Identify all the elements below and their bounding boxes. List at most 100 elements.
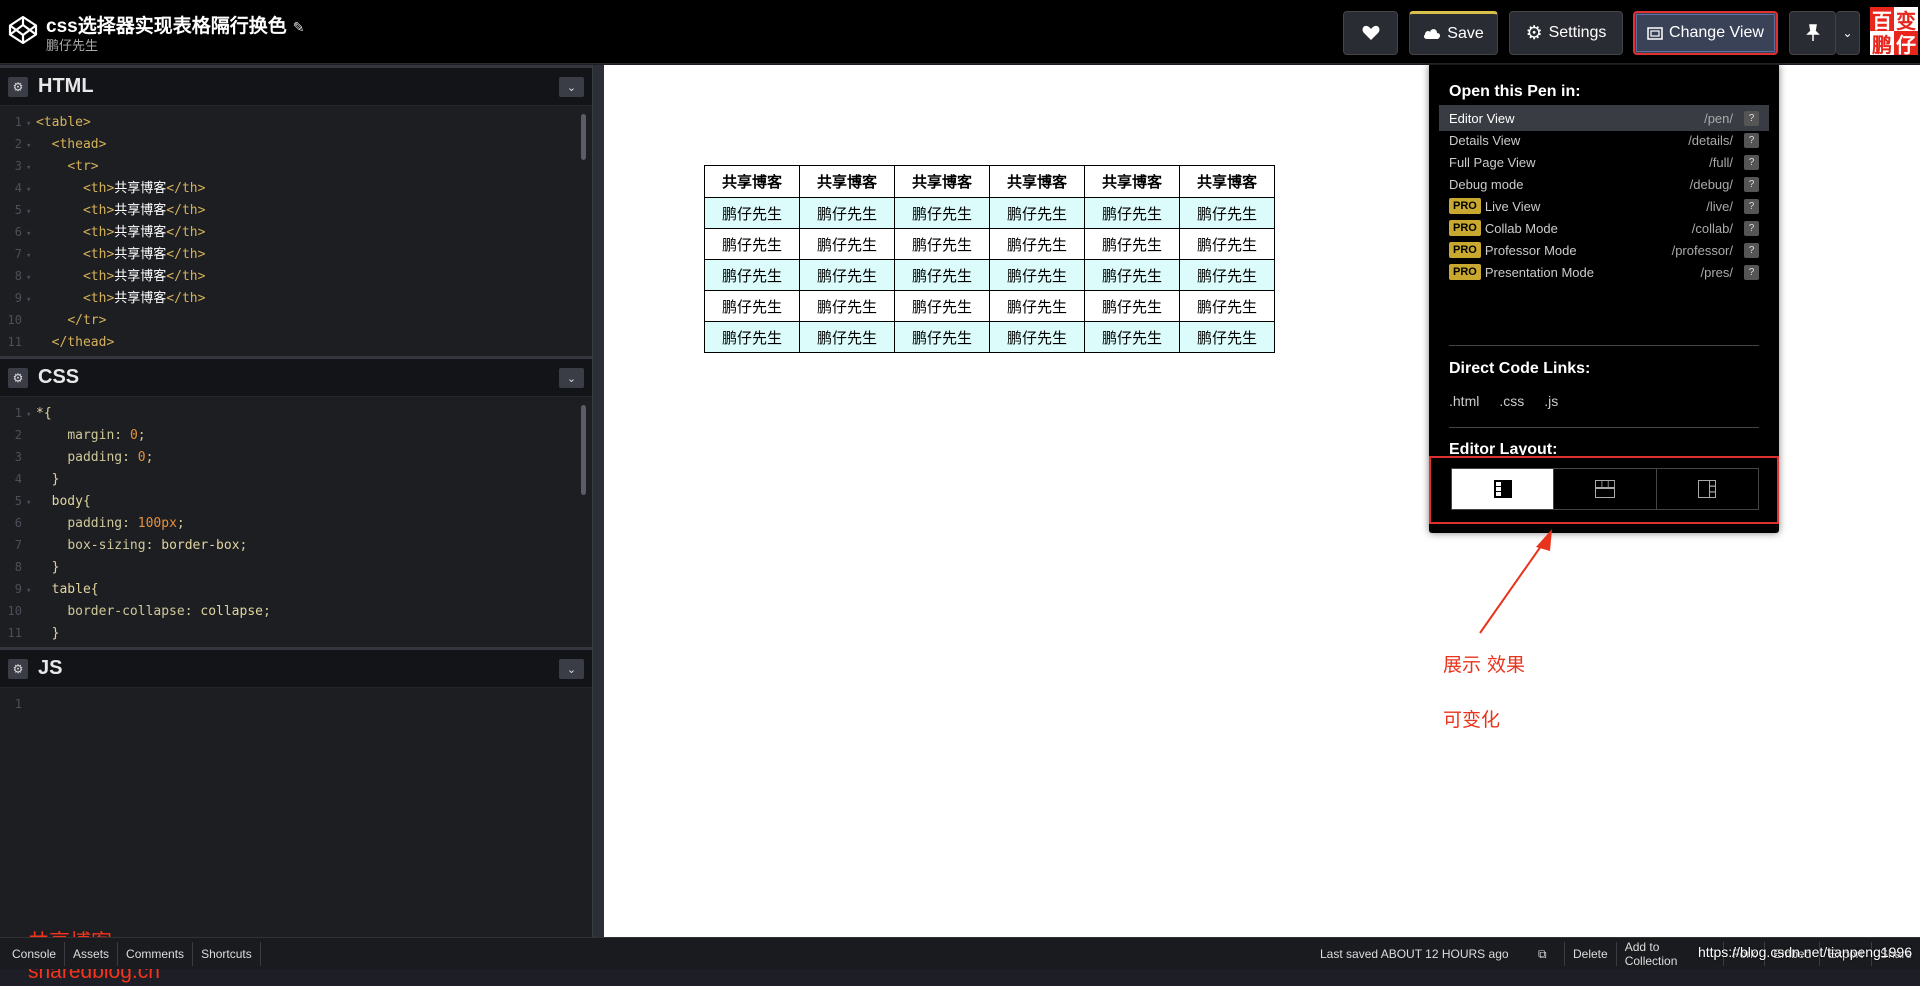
- fold-arrow-icon[interactable]: ▾: [26, 179, 36, 201]
- line-number: 6: [14, 516, 22, 530]
- pin-menu-button[interactable]: ⌄: [1836, 11, 1860, 55]
- footer-shortcuts-button[interactable]: Shortcuts: [193, 941, 261, 966]
- table-header-cell: 共享博客: [1179, 165, 1275, 198]
- pen-author[interactable]: 鹏仔先生: [46, 35, 98, 54]
- code-line: 7 box-sizing: border-box;: [0, 534, 592, 556]
- code-line: 3 ▾ <tr>: [0, 155, 592, 177]
- css-collapse-chevron-icon[interactable]: ⌄: [559, 368, 584, 388]
- open-pen-heading: Open this Pen in:: [1449, 83, 1581, 100]
- brand-char: 仔: [1894, 31, 1918, 57]
- table-cell: 鹏仔先生: [894, 290, 990, 322]
- table-cell: 鹏仔先生: [989, 290, 1085, 322]
- code-tag: </th>: [166, 269, 206, 284]
- table-header-cell: 共享博客: [1084, 165, 1180, 198]
- footer-assets-button[interactable]: Assets: [65, 941, 119, 966]
- html-collapse-chevron-icon[interactable]: ⌄: [559, 77, 584, 97]
- fold-arrow-icon[interactable]: ▾: [26, 245, 36, 267]
- table-cell: 鹏仔先生: [799, 259, 895, 291]
- help-icon[interactable]: ?: [1744, 132, 1759, 148]
- code-text: 共享博客: [114, 225, 167, 240]
- help-icon[interactable]: ?: [1744, 264, 1759, 280]
- pen-title-text: css选择器实现表格隔行换色: [46, 16, 287, 37]
- code-line: 4 ▾ <th>共享博客</th>: [0, 177, 592, 199]
- code-tag: <table>: [36, 115, 91, 130]
- external-link-icon[interactable]: ⧉: [1538, 938, 1547, 970]
- fold-arrow-icon[interactable]: ▾: [26, 580, 36, 602]
- divider: [1449, 345, 1759, 346]
- js-collapse-chevron-icon[interactable]: ⌄: [559, 659, 584, 679]
- code-tag: </th>: [166, 247, 206, 262]
- fold-arrow-icon[interactable]: ▾: [26, 289, 36, 311]
- css-colon: :: [114, 428, 130, 443]
- footer-console-button[interactable]: Console: [4, 941, 66, 966]
- fold-arrow-icon[interactable]: ▾: [26, 492, 36, 514]
- help-icon[interactable]: ?: [1744, 176, 1759, 192]
- code-link-css[interactable]: .css: [1499, 393, 1524, 409]
- table-cell: 鹏仔先生: [799, 197, 895, 229]
- layout-right-button[interactable]: [1656, 469, 1758, 509]
- settings-button[interactable]: ⚙ Settings: [1509, 11, 1623, 55]
- line-number: 10: [7, 313, 22, 327]
- fold-arrow-icon[interactable]: ▾: [26, 267, 36, 289]
- table-cell: 鹏仔先生: [989, 197, 1085, 229]
- change-view-button[interactable]: Change View: [1633, 11, 1778, 55]
- fold-arrow-icon[interactable]: ▾: [26, 201, 36, 223]
- fold-arrow-icon[interactable]: ▾: [26, 223, 36, 245]
- css-code-editor[interactable]: 1 ▾ *{2 margin: 0; 3 padding: 0; 4 } 5 ▾ body{…: [0, 397, 592, 645]
- code-tag: <th>: [82, 225, 115, 240]
- fold-arrow-icon[interactable]: ▾: [26, 135, 36, 157]
- html-code-editor[interactable]: 1 ▾ <table> 2 ▾ <thead> 3 ▾ <tr> 4 ▾ <th>共享博客</t…: [0, 106, 592, 354]
- css-settings-gear-icon[interactable]: ⚙: [8, 367, 28, 388]
- layout-left-button[interactable]: [1452, 469, 1555, 509]
- pin-button[interactable]: [1789, 11, 1836, 55]
- table-row: 鹏仔先生 鹏仔先生 鹏仔先生 鹏仔先生 鹏仔先生 鹏仔先生: [704, 228, 1275, 260]
- table-header-cell: 共享博客: [989, 165, 1085, 198]
- view-option-presentation-mode[interactable]: PRO Presentation Mode/pres/?: [1439, 259, 1769, 285]
- brand-char: 百: [1870, 7, 1894, 33]
- css-semicolon: ;: [137, 428, 146, 443]
- code-line: 10 border-collapse: collapse;: [0, 600, 592, 622]
- js-settings-gear-icon[interactable]: ⚙: [8, 658, 28, 679]
- preview-table: 共享博客 共享博客 共享博客 共享博客 共享博客 共享博客 鹏仔先生 鹏仔先生 鹏仔先生 鹏仔先…: [704, 165, 1275, 353]
- fold-arrow-icon[interactable]: ▾: [26, 404, 36, 426]
- help-icon[interactable]: ?: [1744, 198, 1759, 214]
- table-cell: 鹏仔先生: [1084, 197, 1180, 229]
- js-code-editor[interactable]: 1: [0, 688, 592, 928]
- code-line: 11 </thead>: [0, 331, 592, 353]
- code-link-html[interactable]: .html: [1449, 393, 1479, 409]
- footer-comments-button[interactable]: Comments: [118, 941, 194, 966]
- line-number: 5: [14, 203, 22, 217]
- help-icon[interactable]: ?: [1744, 220, 1759, 236]
- layout-top-button[interactable]: [1554, 469, 1657, 509]
- help-icon[interactable]: ?: [1744, 154, 1759, 170]
- table-cell: 鹏仔先生: [1084, 228, 1180, 260]
- code-line: 5 ▾ <th>共享博客</th>: [0, 199, 592, 221]
- footer-delete-button[interactable]: Delete: [1564, 942, 1616, 966]
- code-tag: <th>: [82, 269, 115, 284]
- fold-arrow-icon[interactable]: ▾: [26, 157, 36, 179]
- code-line: 10 </tr>: [0, 309, 592, 331]
- code-link-js[interactable]: .js: [1544, 393, 1558, 409]
- html-panel: ⚙ HTML ⌄ 1 ▾ <table> 2 ▾ <thead> 3 ▾ <tr> 4 ▾ <t…: [0, 65, 592, 356]
- line-number: 7: [14, 538, 22, 552]
- css-property: padding: [67, 450, 123, 465]
- pencil-edit-icon[interactable]: ✎: [293, 19, 305, 35]
- resize-divider[interactable]: [592, 65, 604, 937]
- pen-title[interactable]: css选择器实现表格隔行换色 ✎: [46, 11, 304, 38]
- fold-arrow-icon[interactable]: ▾: [26, 113, 36, 135]
- table-row: 鹏仔先生 鹏仔先生 鹏仔先生 鹏仔先生 鹏仔先生 鹏仔先生: [704, 290, 1275, 322]
- code-line: 2 ▾ <thead>: [0, 133, 592, 155]
- view-option-path: /pres/: [1700, 264, 1733, 280]
- help-icon[interactable]: ?: [1744, 110, 1759, 126]
- html-settings-gear-icon[interactable]: ⚙: [8, 76, 28, 97]
- help-icon[interactable]: ?: [1744, 242, 1759, 258]
- codepen-logo-icon[interactable]: [7, 14, 39, 46]
- line-number: 1: [14, 406, 22, 420]
- save-button[interactable]: Save: [1409, 11, 1498, 55]
- divider: [1449, 427, 1759, 428]
- heart-button[interactable]: [1343, 11, 1398, 55]
- line-number: 7: [14, 247, 22, 261]
